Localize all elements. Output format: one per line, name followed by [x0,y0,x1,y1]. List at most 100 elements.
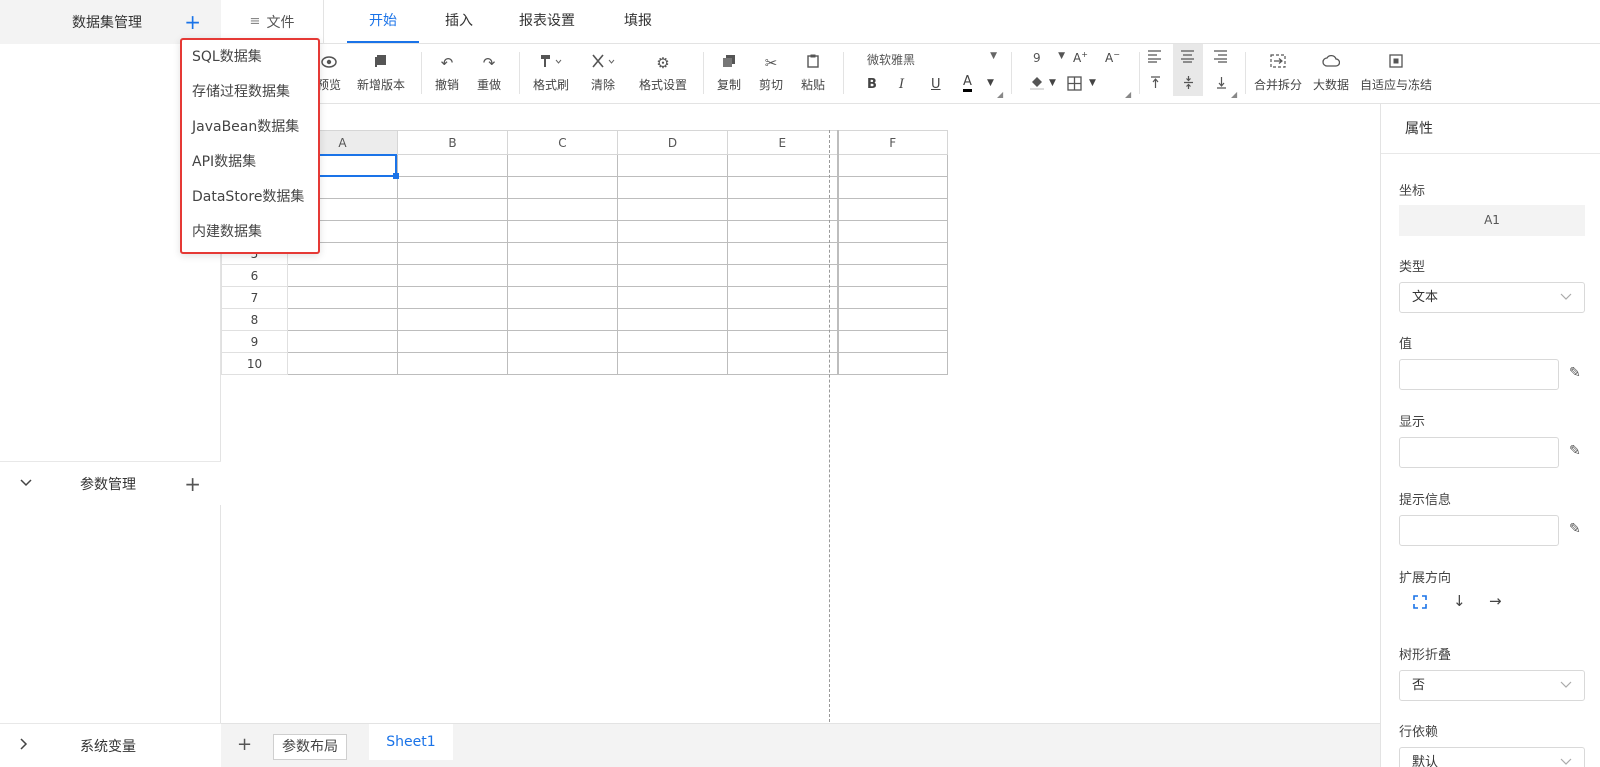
grid-cell[interactable] [727,242,838,265]
grid-cell[interactable] [617,242,728,265]
underline-icon[interactable]: U [931,77,941,92]
column-header-f[interactable]: F [836,130,948,155]
grid-cell[interactable] [507,352,618,375]
italic-icon[interactable]: I [899,77,904,92]
grid-cell[interactable] [727,220,838,243]
grid-cell[interactable] [836,154,948,177]
grid-table[interactable]: ABCDEF12345678910 [221,130,948,375]
grid-cell[interactable] [507,264,618,287]
format-settings-button[interactable]: ⚙ 格式设置 [639,52,687,93]
column-header-c[interactable]: C [507,130,618,155]
menu-item-javabean-dataset[interactable]: JavaBean数据集 [182,110,318,145]
grid-cell[interactable] [287,352,398,375]
grid-cell[interactable] [617,286,728,309]
pencil-icon[interactable]: ✎ [1569,521,1581,537]
grid-cell[interactable] [617,198,728,221]
arrow-right-icon[interactable]: → [1489,592,1502,610]
grid-cell[interactable] [727,330,838,353]
param-layout-button[interactable]: 参数布局 [273,734,347,760]
column-header-d[interactable]: D [617,130,728,155]
grid-cell[interactable] [617,176,728,199]
grid-cell[interactable] [727,352,838,375]
redo-button[interactable]: ↷ 重做 [477,52,501,93]
caret-down-icon[interactable]: ▼ [1049,78,1056,88]
grid-cell[interactable] [397,220,508,243]
caret-down-icon[interactable]: ▼ [987,78,994,88]
grid-cell[interactable] [836,264,948,287]
grid-cell[interactable] [397,264,508,287]
grid-cell[interactable] [836,352,948,375]
grid-cell[interactable] [617,308,728,331]
grid-cell[interactable] [836,220,948,243]
align-left-icon[interactable] [1147,50,1162,67]
border-icon[interactable] [1067,76,1082,95]
add-dataset-plus-icon[interactable]: + [184,12,201,32]
grid-cell[interactable] [397,308,508,331]
type-select[interactable]: 文本 [1399,282,1585,313]
tab-insert[interactable]: 插入 [423,0,495,43]
arrow-down-icon[interactable]: ↓ [1453,592,1466,610]
grid-cell[interactable] [397,286,508,309]
grid-cell[interactable] [397,352,508,375]
grid-cell[interactable] [617,330,728,353]
spreadsheet-grid[interactable]: ABCDEF12345678910 [221,130,948,375]
grid-cell[interactable] [617,264,728,287]
copy-button[interactable]: 复制 [717,52,741,93]
grid-cell[interactable] [397,330,508,353]
adapt-freeze-button[interactable]: 自适应与冻结 [1360,52,1432,93]
align-right-icon[interactable] [1213,50,1228,67]
tab-report-settings[interactable]: 报表设置 [497,0,597,43]
grid-cell[interactable] [727,154,838,177]
format-brush-button[interactable]: 格式刷 [533,52,569,93]
tooltip-input[interactable] [1399,515,1559,546]
align-center-icon[interactable] [1180,50,1195,67]
menu-item-datastore-dataset[interactable]: DataStore数据集 [182,180,318,215]
grid-cell[interactable] [836,330,948,353]
row-header[interactable]: 9 [221,330,288,353]
caret-down-icon[interactable]: ▼ [1089,78,1096,88]
pencil-icon[interactable]: ✎ [1569,443,1581,459]
menu-item-sql-dataset[interactable]: SQL数据集 [182,40,318,75]
merge-split-button[interactable]: 合并拆分 [1254,52,1302,93]
file-menu-button[interactable]: ≡ 文件 [221,0,324,43]
menu-item-stored-procedure-dataset[interactable]: 存储过程数据集 [182,75,318,110]
row-dependency-select[interactable]: 默认 [1399,747,1585,767]
grid-cell[interactable] [617,154,728,177]
paste-button[interactable]: 粘贴 [801,52,825,93]
bold-icon[interactable]: B [867,77,877,92]
font-size-select[interactable]: 9 ▼ [1033,51,1065,65]
row-header[interactable]: 6 [221,264,288,287]
value-input[interactable] [1399,359,1559,390]
menu-item-builtin-dataset[interactable]: 内建数据集 [182,215,318,250]
preview-button[interactable]: 预览 [317,52,341,93]
grid-cell[interactable] [727,264,838,287]
sysvar-header[interactable]: 系统变量 [0,723,221,767]
font-color-icon[interactable]: A [963,75,972,92]
undo-button[interactable]: ↶ 撤销 [435,52,459,93]
grid-cell[interactable] [836,198,948,221]
grid-cell[interactable] [727,176,838,199]
column-header-b[interactable]: B [397,130,508,155]
grid-cell[interactable] [727,198,838,221]
grid-cell[interactable] [287,308,398,331]
increase-font-icon[interactable]: A+ [1073,50,1088,65]
grid-cell[interactable] [727,286,838,309]
grid-cell[interactable] [836,176,948,199]
align-bottom-icon[interactable] [1216,76,1227,93]
pencil-icon[interactable]: ✎ [1569,365,1581,381]
clear-button[interactable]: 清除 [591,52,615,93]
big-data-button[interactable]: 大数据 [1313,52,1349,93]
tree-fold-select[interactable]: 否 [1399,670,1585,701]
grid-cell[interactable] [507,308,618,331]
grid-cell[interactable] [397,198,508,221]
add-sheet-plus-icon[interactable]: + [237,734,252,755]
grid-cell[interactable] [507,286,618,309]
grid-cell[interactable] [507,330,618,353]
grid-cell[interactable] [836,242,948,265]
row-header[interactable]: 10 [221,352,288,375]
expand-corner-icon[interactable]: ◢ [1125,90,1131,99]
grid-cell[interactable] [287,264,398,287]
grid-cell[interactable] [287,330,398,353]
align-middle-icon[interactable] [1183,76,1194,93]
expand-corner-icon[interactable]: ◢ [997,90,1003,99]
